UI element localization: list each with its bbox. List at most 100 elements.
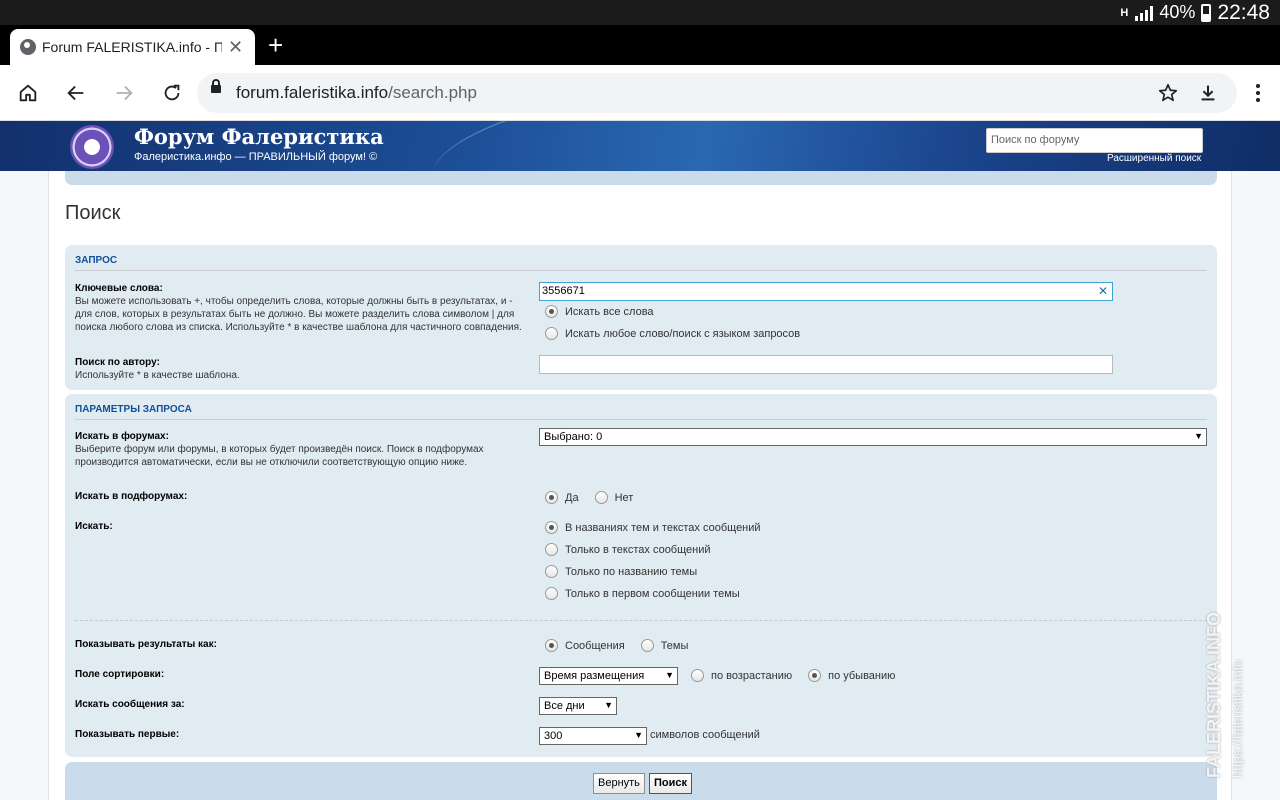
forums-select-value: Выбрано: 0: [544, 431, 603, 443]
radio-desc[interactable]: [808, 669, 822, 682]
show-first-select-value: 300: [544, 730, 563, 742]
arrow-right-icon: [116, 85, 133, 101]
page-title: Поиск: [65, 202, 121, 224]
network-type-indicator: H: [1120, 6, 1129, 19]
keywords-help: Вы можете использовать +, чтобы определи…: [75, 296, 522, 333]
status-icons: H 40% 22:48: [1119, 0, 1270, 25]
sort-select-value: Время размещения: [544, 670, 645, 682]
home-icon: [19, 84, 37, 102]
period-label: Искать сообщения за:: [75, 699, 185, 710]
page-body: Поиск ЗАПРОС Ключевые слова: Вы можете и…: [48, 171, 1232, 800]
period-select[interactable]: Все дни ▼: [539, 697, 617, 715]
show-first-select[interactable]: 300 ▼: [539, 727, 647, 745]
radio-search-in-3[interactable]: Только в первом сообщении темы: [545, 587, 740, 600]
radio-yes[interactable]: [545, 491, 558, 504]
url-path: /search.php: [388, 83, 477, 102]
subforums-label: Искать в подфорумах:: [75, 491, 188, 502]
radio-search-in-0[interactable]: В названиях тем и текстах сообщений: [545, 521, 761, 534]
url-text[interactable]: forum.faleristika.info/search.php: [236, 83, 477, 103]
sort-select[interactable]: Время размещения ▼: [539, 667, 678, 685]
more-vert-icon: [1256, 84, 1260, 102]
radio-icon: [545, 565, 558, 578]
header-decoration: [423, 121, 837, 171]
download-icon[interactable]: [1197, 82, 1219, 109]
watermark-main: FALERISTIKA.INFO: [1204, 612, 1224, 778]
status-bar: H 40% 22:48: [0, 0, 1280, 25]
watermark-sub: https://faleristika.info: [1230, 659, 1245, 779]
browser-tab[interactable]: Forum FALERISTIKA.info - П ✕: [10, 29, 255, 65]
radio-all-words[interactable]: Искать все слова: [545, 305, 654, 318]
site-title[interactable]: Форум Фалеристика: [134, 124, 384, 149]
search-in-label-block: Искать:: [75, 520, 525, 533]
navbar: [65, 171, 1217, 185]
radio-no[interactable]: [594, 491, 608, 504]
divider: [75, 620, 1207, 621]
arrow-left-icon: [67, 85, 84, 101]
radio-search-in-1[interactable]: Только в текстах сообщений: [545, 543, 711, 556]
radio-no-label: Нет: [614, 491, 634, 504]
site-logo[interactable]: [70, 125, 114, 169]
dropdown-arrow-icon: ▼: [604, 700, 613, 710]
bookmark-star-icon[interactable]: [1157, 82, 1179, 109]
radio-search-in-2[interactable]: Только по названию темы: [545, 565, 697, 578]
browser-toolbar: forum.faleristika.info/search.php: [0, 65, 1280, 121]
lock-icon: [211, 79, 221, 93]
radio-asc[interactable]: [691, 669, 704, 682]
period-select-value: Все дни: [544, 700, 585, 712]
forums-help: Выберите форум или форумы, в которых буд…: [75, 444, 484, 468]
back-button[interactable]: [60, 77, 92, 109]
author-label: Поиск по автору:: [75, 357, 160, 368]
dropdown-arrow-icon: ▼: [634, 730, 643, 740]
battery-percent: 40%: [1159, 2, 1196, 22]
forums-label-block: Искать в форумах: Выберите форум или фор…: [75, 430, 525, 469]
globe-icon: [20, 39, 36, 55]
url-domain: forum.faleristika.info: [236, 83, 389, 102]
watermark: FALERISTIKA.INFO https://faleristika.inf…: [1202, 598, 1254, 778]
forums-select[interactable]: Выбрано: 0 ▼: [539, 428, 1207, 446]
forums-label: Искать в форумах:: [75, 431, 169, 442]
search-in-label: Искать:: [75, 521, 113, 532]
sort-label: Поле сортировки:: [75, 669, 165, 680]
radio-icon: [545, 587, 558, 600]
radio-label: Только в первом сообщении темы: [565, 587, 740, 600]
radio-label: Только по названию темы: [565, 565, 698, 578]
chars-suffix: символов сообщений: [650, 729, 760, 741]
author-label-block: Поиск по автору: Используйте * в качеств…: [75, 356, 525, 382]
author-input[interactable]: [539, 355, 1113, 374]
address-bar[interactable]: forum.faleristika.info/search.php: [197, 73, 1237, 113]
keywords-input[interactable]: 3556671 ✕: [539, 282, 1113, 301]
show-first-label-block: Показывать первые:: [75, 728, 525, 741]
radio-icon: [545, 521, 558, 534]
radio-icon: [545, 305, 558, 318]
reset-button[interactable]: Вернуть: [593, 773, 645, 794]
show-first-label: Показывать первые:: [75, 729, 180, 740]
params-heading: ПАРАМЕТРЫ ЗАПРОСА: [75, 404, 1207, 420]
radio-any-word[interactable]: Искать любое слово/поиск с языком запрос…: [545, 327, 800, 340]
battery-icon: [1201, 3, 1212, 22]
tab-title: Forum FALERISTIKA.info - П: [42, 39, 222, 55]
search-button[interactable]: Поиск: [649, 773, 693, 794]
period-label-block: Искать сообщения за:: [75, 698, 525, 711]
menu-button[interactable]: [1242, 77, 1274, 109]
query-heading: ЗАПРОС: [75, 255, 1207, 271]
home-button[interactable]: [12, 77, 44, 109]
forward-button[interactable]: [108, 77, 140, 109]
forum-header: Форум Фалеристика Фалеристика.инфо — ПРА…: [0, 121, 1280, 171]
reload-button[interactable]: [156, 77, 188, 109]
show-as-radio-group: Сообщения Темы: [545, 639, 688, 652]
keywords-value: 3556671: [542, 285, 585, 297]
radio-asc-label: по возрастанию: [711, 669, 793, 682]
radio-topics[interactable]: [640, 639, 654, 652]
close-tab-icon[interactable]: ✕: [228, 37, 243, 58]
radio-posts-label: Сообщения: [565, 639, 625, 652]
sort-direction-group: по возрастанию по убыванию: [691, 669, 895, 682]
radio-label: Только в текстах сообщений: [565, 543, 711, 556]
radio-yes-label: Да: [565, 491, 579, 504]
clear-icon[interactable]: ✕: [1098, 284, 1108, 298]
new-tab-icon[interactable]: +: [268, 30, 283, 60]
advanced-search-link[interactable]: Расширенный поиск: [1107, 153, 1201, 164]
subforums-radio-group: Да Нет: [545, 491, 633, 504]
radio-posts[interactable]: [545, 639, 558, 652]
submit-panel: Вернуть Поиск: [65, 762, 1217, 800]
forum-search-input[interactable]: Поиск по форуму: [986, 128, 1203, 153]
